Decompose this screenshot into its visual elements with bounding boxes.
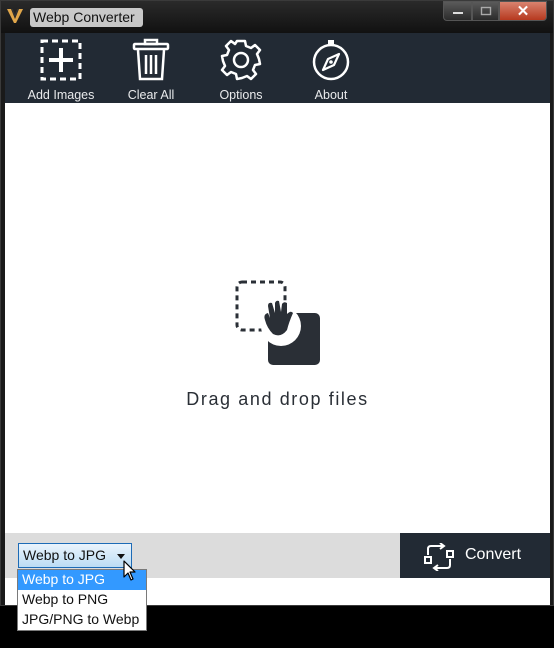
minimize-button[interactable] bbox=[443, 1, 472, 21]
format-select-value: Webp to JPG bbox=[23, 547, 107, 563]
convert-label: Convert bbox=[465, 546, 522, 563]
drag-drop-icon bbox=[235, 280, 320, 365]
drop-zone[interactable]: Drag and drop files bbox=[5, 103, 550, 533]
gear-icon bbox=[220, 39, 262, 81]
clear-all-button[interactable]: Clear All bbox=[111, 33, 191, 103]
minimize-icon bbox=[452, 12, 463, 14]
app-window: Webp Converter ✕ Add Images Clear All Op… bbox=[0, 0, 554, 606]
format-select[interactable]: Webp to JPG bbox=[18, 543, 132, 568]
about-button[interactable]: About bbox=[291, 33, 371, 103]
dropdown-option-webp-to-png[interactable]: Webp to PNG bbox=[18, 590, 146, 610]
trash-icon bbox=[132, 38, 170, 81]
add-image-icon bbox=[40, 39, 82, 81]
maximize-button[interactable] bbox=[472, 1, 499, 21]
maximize-icon bbox=[480, 6, 491, 16]
toolbar: Add Images Clear All Options About bbox=[5, 33, 550, 103]
app-logo-icon bbox=[7, 8, 23, 23]
mouse-cursor-icon bbox=[123, 560, 136, 581]
options-button[interactable]: Options bbox=[201, 33, 281, 103]
chevron-down-icon bbox=[117, 554, 125, 559]
options-label: Options bbox=[219, 88, 263, 102]
title-bar[interactable]: Webp Converter ✕ bbox=[1, 1, 553, 33]
drop-zone-text: Drag and drop files bbox=[186, 389, 369, 409]
convert-arrows-icon bbox=[424, 543, 454, 571]
clear-all-label: Clear All bbox=[127, 88, 175, 102]
add-images-button[interactable]: Add Images bbox=[21, 33, 101, 103]
about-label: About bbox=[314, 88, 348, 102]
close-icon: ✕ bbox=[516, 3, 530, 20]
close-button[interactable]: ✕ bbox=[499, 1, 547, 21]
dropdown-option-jpg-png-to-webp[interactable]: JPG/PNG to Webp bbox=[18, 610, 146, 630]
add-images-label: Add Images bbox=[27, 88, 95, 102]
convert-button[interactable]: Convert bbox=[400, 533, 550, 578]
window-title: Webp Converter bbox=[30, 8, 143, 27]
client-area: Add Images Clear All Options About Drag … bbox=[5, 33, 550, 605]
compass-icon bbox=[312, 40, 350, 81]
